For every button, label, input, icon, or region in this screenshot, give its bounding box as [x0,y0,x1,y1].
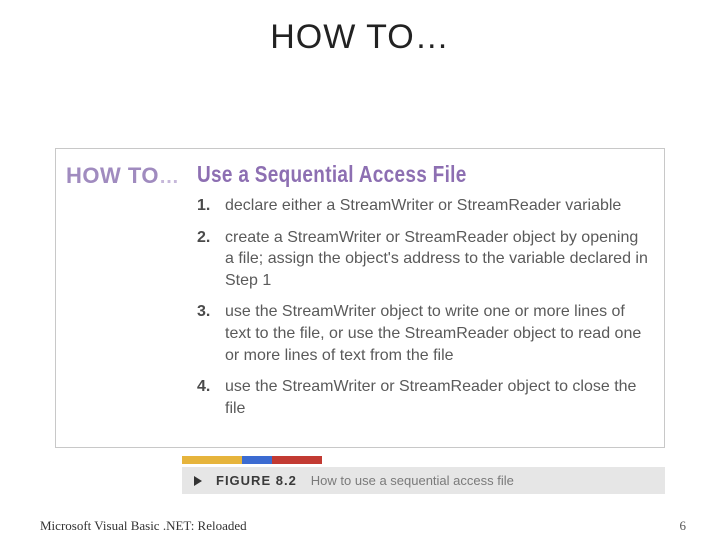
list-item: use the StreamWriter object to write one… [197,301,648,366]
figure-subtitle: Use a Sequential Access File [197,163,648,189]
steps-list: declare either a StreamWriter or StreamR… [197,195,648,419]
bar-segment-red [272,456,322,464]
list-item: declare either a StreamWriter or StreamR… [197,195,648,217]
howto-label: HOW TO [66,163,159,188]
bar-segment-yellow [182,456,242,464]
howto-column: HOW TO… [56,149,191,447]
triangle-right-icon [194,476,202,486]
content-column: Use a Sequential Access File declare eit… [191,149,664,447]
howto-ellipsis-icon: … [159,166,181,188]
bar-segment-blue [242,456,272,464]
color-bar [182,456,665,464]
caption-strip: FIGURE 8.2 How to use a sequential acces… [182,467,665,494]
list-item: use the StreamWriter or StreamReader obj… [197,376,648,419]
figure-caption-area: FIGURE 8.2 How to use a sequential acces… [182,456,665,494]
list-item: create a StreamWriter or StreamReader ob… [197,227,648,292]
page-number: 6 [680,518,687,534]
figure-description: How to use a sequential access file [311,473,514,488]
slide-title: HOW TO… [0,18,720,57]
figure-box: HOW TO… Use a Sequential Access File dec… [55,148,665,448]
figure-number-label: FIGURE 8.2 [216,473,297,488]
footer-source: Microsoft Visual Basic .NET: Reloaded [40,518,247,534]
